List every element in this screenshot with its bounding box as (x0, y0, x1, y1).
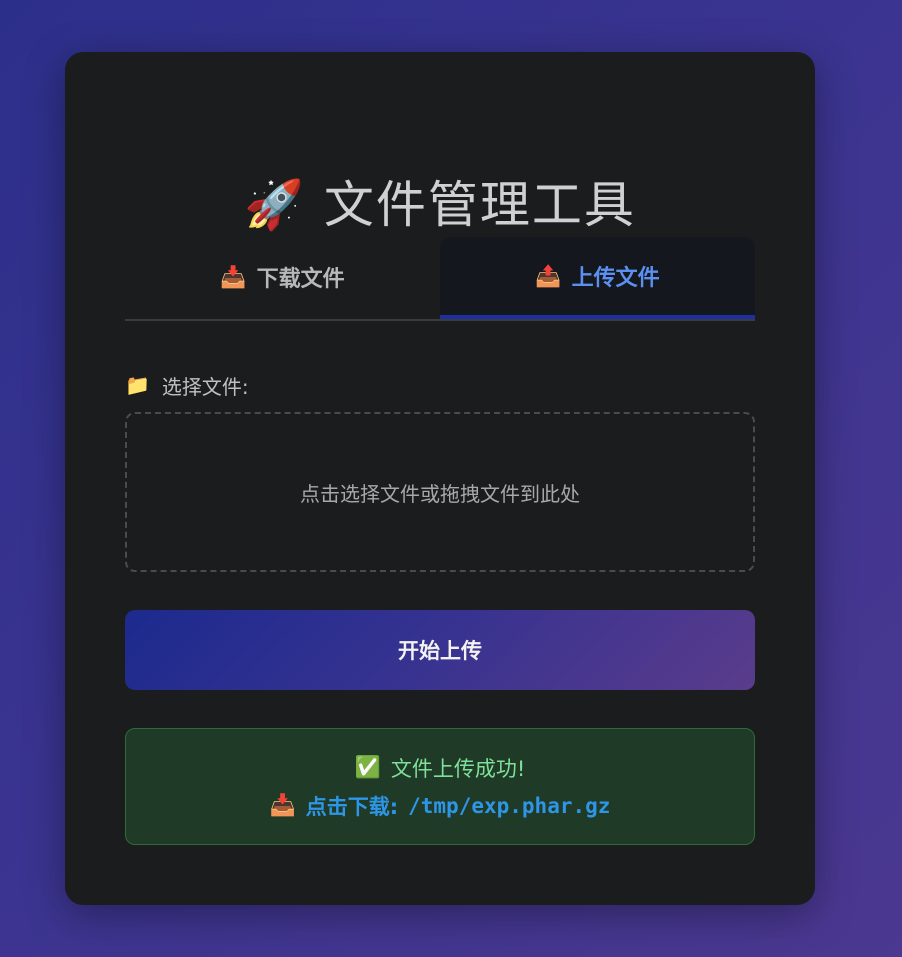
folder-icon: 📁 (125, 373, 150, 397)
tab-upload[interactable]: 📤 上传文件 (440, 237, 755, 319)
inbox-tray-icon: 📥 (269, 793, 296, 817)
success-line: ✅ 文件上传成功! (355, 753, 526, 783)
tab-bar: 📥 下载文件 📤 上传文件 (125, 237, 755, 321)
file-select-label-text: 选择文件: (161, 374, 249, 399)
file-select-label: 📁 选择文件: (125, 370, 249, 400)
check-mark-icon: ✅ (354, 755, 381, 779)
dropzone-hint: 点击选择文件或拖拽文件到此处 (300, 481, 580, 506)
download-link-path: /tmp/exp.phar.gz (408, 793, 611, 818)
tab-download-label: 下载文件 (256, 267, 345, 292)
outbox-tray-icon: 📤 (535, 263, 562, 288)
upload-success-message: ✅ 文件上传成功! 📥 点击下载: /tmp/exp.phar.gz (125, 728, 755, 845)
page-title-text: 文件管理工具 (323, 176, 636, 234)
inbox-tray-icon: 📥 (220, 264, 247, 289)
download-link[interactable]: 📥 点击下载: /tmp/exp.phar.gz (270, 791, 611, 821)
page-title: 🚀 文件管理工具 (65, 170, 815, 240)
file-dropzone[interactable]: 点击选择文件或拖拽文件到此处 (125, 412, 755, 572)
tab-download[interactable]: 📥 下载文件 (125, 237, 440, 317)
success-text: 文件上传成功! (390, 756, 526, 781)
tab-upload-label: 上传文件 (571, 266, 660, 291)
rocket-icon: 🚀 (244, 177, 306, 233)
download-link-label: 点击下载: (305, 794, 399, 819)
start-upload-button[interactable]: 开始上传 (125, 610, 755, 690)
file-manager-card: 🚀 文件管理工具 📥 下载文件 📤 上传文件 📁 选择文件: 点击选择文件或拖拽… (65, 52, 815, 905)
